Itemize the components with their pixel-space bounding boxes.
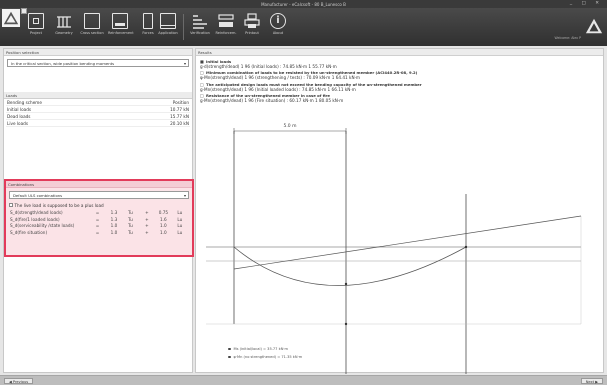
verification-icon <box>192 13 208 29</box>
tool-label: Reinforcem. <box>215 31 237 35</box>
result-item: □ Minimum combination of loads to be resi… <box>200 70 599 80</box>
combination-row: S_d(fire situation) = 1.0 Tu + 1.0 Lu <box>10 230 188 237</box>
tool-reinforcement-list[interactable]: Reinforcem. <box>214 13 238 43</box>
moment-marker <box>344 282 348 286</box>
window-title: Manufacturer - eCalcsoft - 80 B_Lunesco … <box>261 1 346 7</box>
span-label: 5.0 m <box>284 123 297 129</box>
results-panel: Results ■ Initial loads g·d(strength/dead… <box>195 48 604 374</box>
result-checkbox[interactable]: □ <box>200 82 204 87</box>
result-checkbox[interactable]: ■ <box>200 59 204 64</box>
moment-marker <box>344 322 348 326</box>
column-header: Bending scheme <box>7 100 42 105</box>
app-logo-icon <box>2 9 20 27</box>
printer-icon <box>244 13 260 29</box>
table-row: Dead loads 15.77 kN <box>6 113 190 120</box>
loads-header: Loads <box>4 92 192 99</box>
previous-button[interactable]: ◀ Previous <box>4 378 34 384</box>
reinforcement-icon <box>112 13 128 29</box>
app-window: Manufacturer - eCalcsoft - 80 B_Lunesco … <box>0 0 607 385</box>
load-name: Live loads <box>7 121 29 126</box>
load-value: 10.77 kN <box>170 107 189 112</box>
chevron-down-icon: ▾ <box>183 61 186 66</box>
combo-name: S_d(fire situation) <box>10 229 48 235</box>
results-header: Results <box>196 49 603 56</box>
brand-logo-icon <box>585 18 603 34</box>
combinations-select[interactable]: Default ULS combinations ▾ <box>9 191 189 199</box>
chevron-down-icon: ▾ <box>183 193 186 198</box>
legend-item: Ms (initial/local) = 35.77 kN·m <box>228 347 348 351</box>
moment-marker <box>464 245 468 249</box>
table-row: Live loads 20.10 kN <box>6 120 190 127</box>
result-detail: g·Mn(strength/dead) 1 96 (Initial loaded… <box>200 86 356 92</box>
moment-diagram: 5.0 m <box>206 123 582 374</box>
load-value: 20.10 kN <box>170 121 189 126</box>
legend-dot <box>228 355 231 359</box>
tool-label: Reinforcement <box>108 31 134 35</box>
result-title: Initial loads <box>206 58 232 64</box>
legend-dot <box>228 347 231 351</box>
live-load-checkbox[interactable] <box>9 203 13 207</box>
tool-label: Printout <box>245 31 259 35</box>
position-header: Position selection <box>4 49 192 56</box>
checkbox-label: The live load is supposed to be a plus l… <box>14 202 104 208</box>
tool-label: Application <box>158 31 178 35</box>
combinations-section: Combinations Default ULS combinations ▾ … <box>4 179 194 257</box>
combo-symbol: Lu <box>177 229 183 235</box>
load-name: Initial loads <box>7 107 32 112</box>
tool-label: Geometry <box>55 31 73 35</box>
project-icon <box>28 13 44 29</box>
tool-verification[interactable]: Verification <box>188 13 212 43</box>
table-row: Initial loads 10.77 kN <box>6 106 190 113</box>
live-load-checkbox-row[interactable]: The live load is supposed to be a plus l… <box>9 202 189 208</box>
result-title: The anticipated design loads must not ex… <box>206 81 422 87</box>
position-select-value: In the critical section, wide position b… <box>11 61 115 66</box>
tool-label: About <box>272 31 284 35</box>
forces-icon <box>143 13 153 29</box>
loads-table-header: Bending scheme Position <box>6 99 190 106</box>
load-name: Dead loads <box>7 114 31 119</box>
next-button[interactable]: Next ▶ <box>580 378 603 384</box>
window-controls[interactable]: _ □ ✕ <box>570 1 603 6</box>
result-item: □ The anticipated design loads must not e… <box>200 82 599 92</box>
legend-item: φ·Mn (no strengthened) = 71.35 kN·m <box>228 355 348 359</box>
left-panel: Position selection In the critical secti… <box>3 48 194 373</box>
ribbon-toolbar: Project Geometry Cross section Reinforce… <box>0 8 607 46</box>
tool-cross-section[interactable]: Cross section <box>80 13 104 43</box>
tool-printout[interactable]: Printout <box>240 13 264 43</box>
geometry-icon <box>56 13 72 29</box>
combinations-select-value: Default ULS combinations <box>13 193 63 198</box>
result-item: ■ Initial loads g·d(strength/dead) 1 96 (… <box>200 59 599 69</box>
title-bar: Manufacturer - eCalcsoft - 80 B_Lunesco … <box>0 0 607 8</box>
tool-geometry[interactable]: Geometry <box>52 13 76 43</box>
combo-op: = <box>95 229 100 235</box>
tool-label: Cross section <box>80 31 104 35</box>
cross-section-icon <box>84 13 100 29</box>
result-detail: g·d(strength/dead) 1 96 (Initial loads) … <box>200 63 337 69</box>
column-header: Position <box>172 100 189 105</box>
combinations-header: Combinations <box>6 181 192 188</box>
position-select[interactable]: In the critical section, wide position b… <box>7 59 189 67</box>
combo-factor: 1.0 <box>160 229 167 235</box>
loads-table: Bending scheme Position Initial loads 10… <box>6 99 190 127</box>
combo-factor: 1.0 <box>110 229 118 235</box>
combo-symbol: Tu <box>128 229 133 235</box>
reinforcement-list-icon <box>218 13 234 29</box>
tool-about[interactable]: i About <box>266 13 290 43</box>
tool-label: Project <box>30 31 42 35</box>
load-value: 15.77 kN <box>170 114 189 119</box>
result-detail: φ·Mn(strength/dead) 1 96 (strengthening … <box>200 75 360 80</box>
application-icon <box>160 13 176 29</box>
info-icon: i <box>270 13 286 29</box>
moment-curve <box>233 246 467 286</box>
bottom-bar: ◀ Previous Next ▶ <box>0 375 607 385</box>
engineer-label: Welcome: Alex P <box>554 36 581 40</box>
legend-label: φ·Mn (no strengthened) = 71.35 kN·m <box>233 355 303 359</box>
tool-application[interactable]: Application <box>156 13 180 43</box>
tool-label: Verification <box>190 31 210 35</box>
tool-project[interactable]: Project <box>24 13 48 43</box>
combo-op: + <box>145 229 149 235</box>
tool-reinforcement[interactable]: Reinforcement <box>108 13 134 43</box>
ribbon-separator <box>183 14 184 40</box>
legend-label: Ms (initial/local) = 35.77 kN·m <box>233 347 289 351</box>
